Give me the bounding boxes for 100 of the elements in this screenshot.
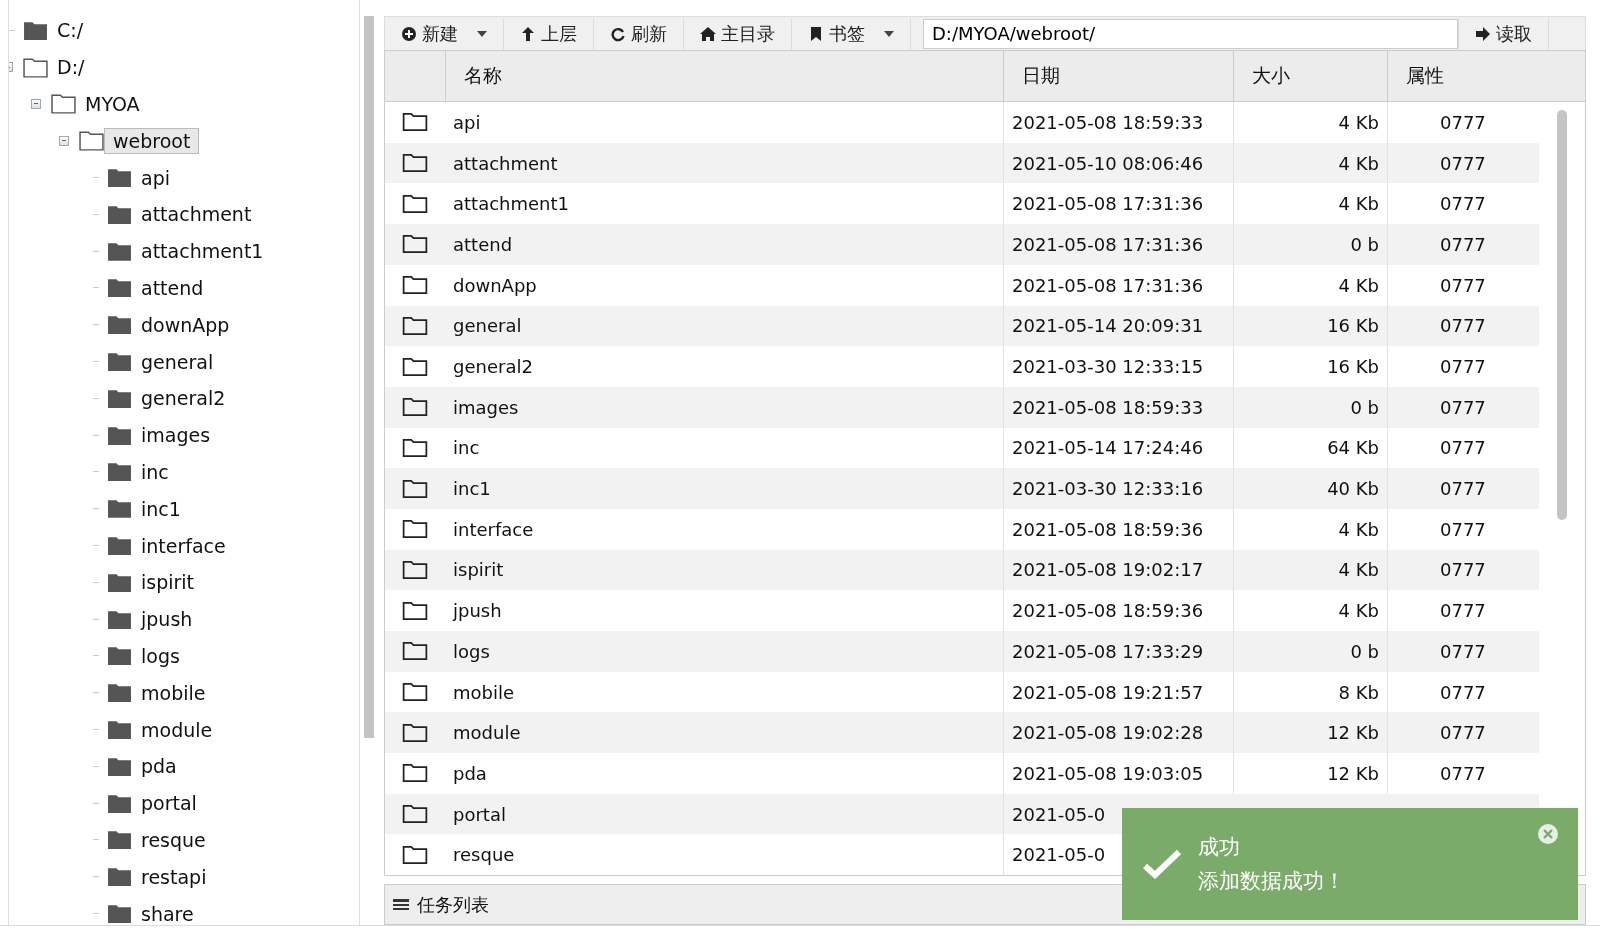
folder-icon bbox=[402, 559, 428, 581]
table-cell: 2021-03-30 12:33:15 bbox=[1012, 356, 1204, 378]
table-cell: 8 Kb bbox=[1338, 681, 1379, 703]
table-cell: 2021-05-08 18:59:33 bbox=[1012, 111, 1204, 133]
table-cell: 0777 bbox=[1440, 315, 1486, 337]
tree-item[interactable]: D:/ bbox=[48, 54, 94, 81]
table-cell: attachment1 bbox=[453, 193, 569, 215]
table-cell: 0777 bbox=[1440, 396, 1486, 418]
tree-item[interactable]: module bbox=[132, 716, 222, 743]
tree-item[interactable]: attachment1 bbox=[132, 238, 273, 265]
tree-item[interactable]: inc bbox=[132, 458, 178, 485]
tree-item[interactable]: mobile bbox=[132, 679, 215, 706]
bookmark-icon bbox=[808, 25, 824, 42]
tree-item[interactable]: api bbox=[132, 164, 179, 191]
column-header[interactable]: 日期 bbox=[1003, 51, 1233, 102]
table-cell: 2021-05-08 19:02:28 bbox=[1012, 722, 1204, 744]
table-cell: 0777 bbox=[1440, 437, 1486, 459]
table-cell: 4 Kb bbox=[1338, 193, 1379, 215]
table-cell: 2021-05-08 17:31:36 bbox=[1012, 274, 1204, 296]
folder-icon bbox=[402, 274, 428, 297]
tree-item[interactable]: pda bbox=[132, 753, 186, 780]
table-cell: pda bbox=[453, 762, 487, 784]
tree-item[interactable]: restapi bbox=[132, 863, 216, 890]
toolbar-button[interactable]: 主目录 bbox=[684, 17, 792, 50]
table-cell: portal bbox=[453, 803, 506, 825]
table-cell: 2021-05-08 18:59:36 bbox=[1012, 518, 1204, 540]
toolbar-button[interactable]: 刷新 bbox=[594, 17, 684, 50]
tree-item[interactable]: images bbox=[132, 422, 220, 449]
tree-item[interactable]: resque bbox=[132, 826, 215, 853]
table-cell: downApp bbox=[453, 274, 537, 296]
table-cell: 2021-05-14 17:24:46 bbox=[1012, 437, 1204, 459]
table-cell: jpush bbox=[453, 600, 502, 622]
folder-icon bbox=[402, 681, 428, 704]
table-cell: 0777 bbox=[1440, 234, 1486, 255]
table-cell: 2021-05-08 19:21:57 bbox=[1012, 681, 1204, 703]
collapse-toggle-icon[interactable] bbox=[59, 135, 69, 146]
collapse-toggle-icon[interactable] bbox=[31, 99, 41, 109]
table-cell: 0 b bbox=[1350, 396, 1379, 418]
table-cell: 2021-05-0 bbox=[1012, 803, 1106, 825]
table-cell: images bbox=[453, 396, 519, 418]
caret-icon bbox=[477, 30, 487, 37]
column-header[interactable]: 属性 bbox=[1387, 51, 1539, 102]
tree-item[interactable]: downApp bbox=[132, 311, 239, 338]
plus-icon bbox=[401, 25, 417, 42]
table-cell: 4 Kb bbox=[1338, 152, 1379, 174]
tree-item[interactable]: general2 bbox=[132, 385, 235, 412]
table-cell: 64 Kb bbox=[1327, 437, 1379, 459]
table-cell: 40 Kb bbox=[1327, 478, 1379, 500]
table-cell: interface bbox=[453, 518, 534, 540]
tree-item[interactable]: ispirit bbox=[132, 569, 204, 596]
table-cell: 0777 bbox=[1440, 600, 1486, 622]
toast-message: 添加数据成功！ bbox=[1198, 868, 1345, 895]
folder-icon bbox=[402, 192, 428, 215]
table-cell: 16 Kb bbox=[1327, 315, 1379, 337]
table-cell: ispirit bbox=[453, 559, 504, 581]
table-cell: 2021-05-08 19:03:05 bbox=[1012, 762, 1204, 784]
tree-item[interactable]: jpush bbox=[132, 606, 202, 633]
column-header[interactable]: 名称 bbox=[445, 51, 1003, 102]
table-cell: 0777 bbox=[1440, 681, 1486, 703]
column-header[interactable]: 大小 bbox=[1233, 51, 1387, 102]
folder-icon bbox=[402, 803, 428, 826]
tree-item[interactable]: MYOA bbox=[76, 91, 149, 117]
folder-icon bbox=[402, 640, 428, 663]
tree-item[interactable]: attachment bbox=[132, 201, 261, 228]
checkmark-icon bbox=[1142, 849, 1182, 879]
up-icon bbox=[520, 25, 536, 42]
table-cell: 0777 bbox=[1440, 111, 1486, 133]
table-cell: 2021-03-30 12:33:16 bbox=[1012, 478, 1204, 500]
toolbar-button[interactable]: 上层 bbox=[504, 17, 594, 50]
tree-item[interactable]: general bbox=[132, 348, 223, 375]
table-cell: attachment bbox=[453, 152, 558, 174]
path-field[interactable]: D:/MYOA/webroot/ bbox=[923, 18, 1458, 49]
toolbar-button[interactable]: 书签 bbox=[792, 17, 911, 50]
tree-item[interactable]: C:/ bbox=[48, 17, 93, 44]
list-icon bbox=[393, 897, 409, 912]
close-icon[interactable] bbox=[1538, 824, 1558, 844]
table-cell: inc1 bbox=[453, 478, 491, 500]
table-cell: 0 b bbox=[1350, 640, 1379, 662]
folder-icon bbox=[402, 111, 428, 134]
scrollbar-thumb[interactable] bbox=[1557, 110, 1567, 521]
tree-item[interactable]: inc1 bbox=[132, 495, 190, 522]
tree-item[interactable]: interface bbox=[132, 532, 235, 559]
table-cell: 0777 bbox=[1440, 152, 1486, 174]
toolbar-button[interactable]: 新建 bbox=[385, 17, 504, 50]
table-cell: attend bbox=[453, 234, 513, 255]
tree-item[interactable]: attend bbox=[132, 274, 213, 301]
table-cell: 0777 bbox=[1440, 356, 1486, 378]
table-cell: 4 Kb bbox=[1338, 559, 1379, 581]
tree-item[interactable]: portal bbox=[132, 790, 206, 817]
tree-item[interactable]: logs bbox=[132, 642, 189, 669]
folder-icon bbox=[402, 396, 428, 419]
tree-item[interactable]: webroot bbox=[104, 127, 200, 154]
table-cell: 2021-05-08 18:59:33 bbox=[1012, 396, 1204, 418]
read-button[interactable]: 读取 bbox=[1458, 17, 1549, 50]
folder-icon bbox=[402, 436, 428, 459]
table-cell: 0777 bbox=[1440, 478, 1486, 500]
table-cell: 4 Kb bbox=[1338, 111, 1379, 133]
table-cell: 0777 bbox=[1440, 640, 1486, 662]
panel-title: 任务列表 bbox=[417, 892, 489, 917]
tree-item[interactable]: share bbox=[132, 900, 203, 925]
